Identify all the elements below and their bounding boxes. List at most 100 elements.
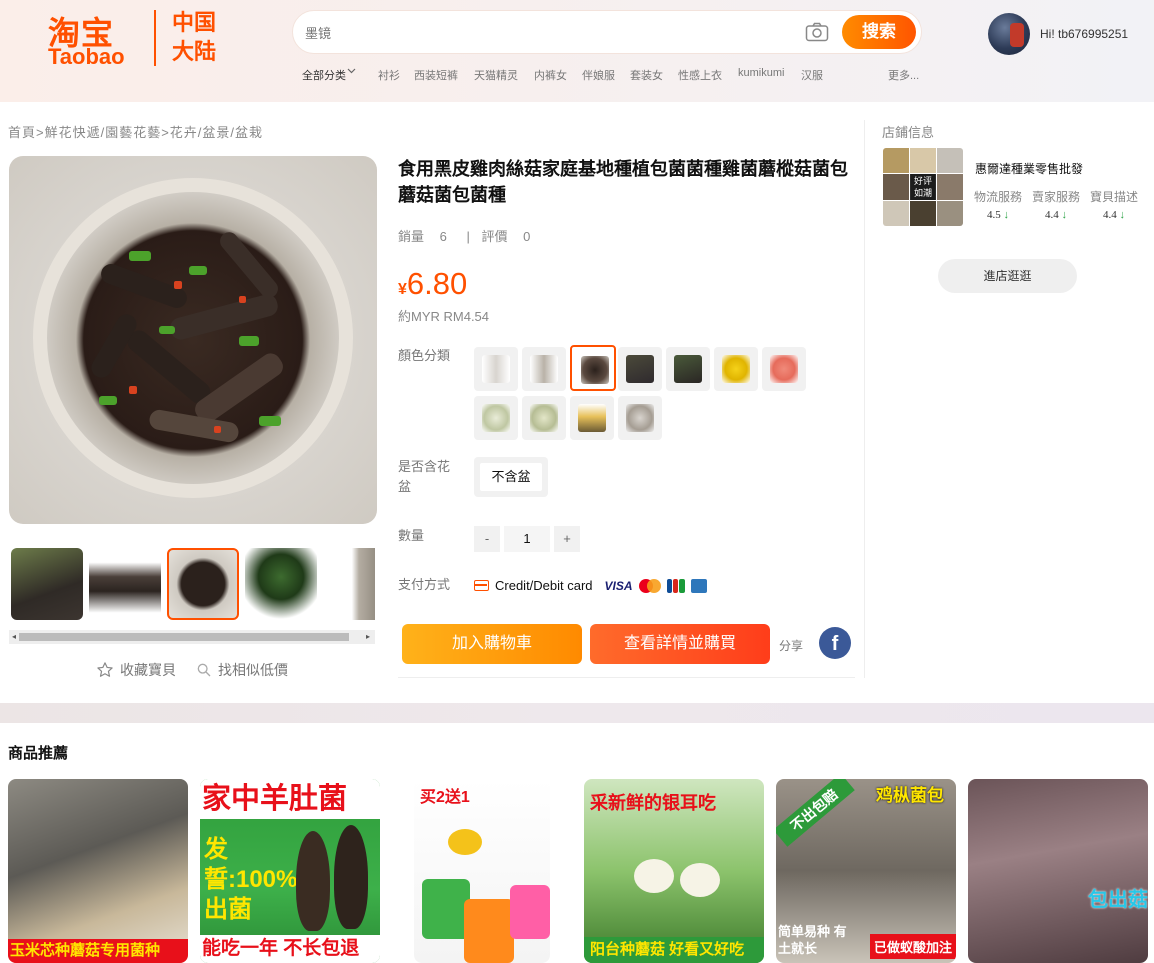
- store-name[interactable]: 惠爾達種業零售批發: [975, 160, 1083, 177]
- amex-icon: [690, 578, 707, 593]
- product-main-image: [9, 156, 377, 524]
- thumbnail[interactable]: [245, 548, 317, 620]
- category-link[interactable]: 汉服: [801, 67, 823, 83]
- reviews-value: 0: [523, 229, 531, 244]
- category-more-link[interactable]: 更多...: [888, 67, 919, 83]
- rating-seller-service: 賣家服務 4.4 ↓: [1031, 188, 1081, 221]
- chevron-down-icon[interactable]: [347, 66, 356, 78]
- price-currency: ¥: [398, 281, 407, 298]
- category-all[interactable]: 全部分类: [302, 67, 346, 83]
- scrollbar-thumb[interactable]: [19, 633, 349, 641]
- search-input[interactable]: [305, 21, 785, 45]
- recommend-item[interactable]: 采新鲜的银耳吃 阳台种蘑菇 好看又好吃: [584, 779, 764, 963]
- recommend-item[interactable]: 包出菇: [968, 779, 1148, 963]
- down-arrow-icon: ↓: [1061, 209, 1068, 221]
- color-swatch[interactable]: [474, 347, 518, 391]
- recommend-caption-mid: 包出菇: [1088, 889, 1148, 911]
- color-swatch[interactable]: [618, 396, 662, 440]
- jcb-icon: [666, 578, 685, 593]
- scroll-right-icon[interactable]: ▸: [363, 632, 373, 642]
- recommend-caption-mid: 发誓:100%出菌: [204, 836, 298, 923]
- thumbnail-scrollbar[interactable]: ◂ ▸: [9, 630, 375, 644]
- price-myr: 約MYR RM4.54: [398, 309, 490, 324]
- recommend-item[interactable]: 鸡枞菌包 不出包赔 简单易种 有土就长 已做蚁酸加注: [776, 779, 956, 963]
- recommend-item[interactable]: 玉米芯种蘑菇专用菌种: [8, 779, 188, 963]
- recommend-caption: 已做蚁酸加注: [869, 934, 956, 959]
- rating-score: 4.4: [1103, 209, 1117, 221]
- color-swatch-selected[interactable]: [570, 345, 616, 391]
- divider: [398, 677, 855, 678]
- store-badge: 好评如潮: [911, 174, 935, 200]
- product-title: 食用黑皮雞肉絲菇家庭基地種植包菌菌種雞菌蘑樅菇菌包蘑菇菌包菌種: [398, 159, 848, 205]
- thumbnail-strip: [9, 546, 375, 624]
- sales-separator: |: [466, 229, 470, 244]
- color-swatch[interactable]: [570, 396, 614, 440]
- color-swatch[interactable]: [522, 347, 566, 391]
- category-link[interactable]: kumikumi: [738, 67, 784, 79]
- color-swatch[interactable]: [666, 347, 710, 391]
- find-similar-link[interactable]: 找相似低價: [196, 660, 288, 680]
- add-to-cart-button[interactable]: 加入購物車: [402, 624, 582, 664]
- recommend-caption-left: 简单易种 有土就长: [778, 924, 847, 956]
- recommend-caption-top: 采新鲜的银耳吃: [590, 793, 716, 813]
- breadcrumb[interactable]: 首頁>鮮花快遞/園藝花藝>花卉/盆景/盆栽: [8, 122, 263, 141]
- divider: [864, 120, 865, 678]
- price: ¥6.80: [398, 266, 467, 302]
- thumbnail[interactable]: [89, 548, 161, 620]
- category-link[interactable]: 天猫精灵: [474, 67, 518, 83]
- recommend-item[interactable]: 家中羊肚菌 发誓:100%出菌 能吃一年 不长包退: [200, 779, 380, 963]
- color-swatch[interactable]: [474, 396, 518, 440]
- color-swatch[interactable]: [762, 347, 806, 391]
- section-divider-band: [0, 703, 1154, 723]
- buy-now-button[interactable]: 查看詳情並購買: [590, 624, 770, 664]
- store-avatar[interactable]: 好评如潮: [883, 148, 963, 226]
- payment-methods: Credit/Debit card VISA: [474, 578, 707, 593]
- rating-label: 物流服務: [973, 190, 1022, 204]
- down-arrow-icon: ↓: [1119, 209, 1126, 221]
- search-button[interactable]: 搜索: [842, 15, 916, 49]
- rating-label: 賣家服務: [1031, 190, 1080, 204]
- share-label: 分享: [779, 639, 804, 653]
- recommend-caption-top: 家中羊肚菌: [200, 779, 380, 819]
- store-info-title: 店鋪信息: [882, 125, 935, 140]
- rating-score: 4.5: [987, 209, 1001, 221]
- quantity-input[interactable]: 1: [504, 526, 550, 552]
- flowerpot-option[interactable]: 不含盆: [474, 457, 548, 497]
- category-link[interactable]: 性感上衣: [678, 67, 722, 83]
- color-swatch[interactable]: [714, 347, 758, 391]
- color-label: 顏色分類: [398, 348, 451, 363]
- quantity-decrement-button[interactable]: -: [474, 526, 500, 552]
- bowl-shape: [33, 178, 353, 498]
- taobao-logo[interactable]: 淘宝 Taobao 中国大陆: [46, 6, 226, 69]
- category-link[interactable]: 内裤女: [534, 67, 567, 83]
- favorite-label: 收藏寶貝: [120, 662, 176, 678]
- recommend-item[interactable]: 买2送1: [414, 779, 550, 963]
- category-link[interactable]: 衬衫: [378, 67, 400, 83]
- logo-region-text: 中国大陆: [172, 10, 217, 64]
- quantity-label: 數量: [398, 528, 425, 543]
- flowerpot-option-label: 不含盆: [480, 463, 542, 491]
- color-swatch[interactable]: [618, 347, 662, 391]
- category-link[interactable]: 套装女: [630, 67, 663, 83]
- down-arrow-icon: ↓: [1003, 209, 1010, 221]
- color-swatch[interactable]: [522, 396, 566, 440]
- visit-store-button[interactable]: 進店逛逛: [938, 259, 1077, 293]
- camera-icon[interactable]: [805, 22, 829, 42]
- category-link[interactable]: 西装短裤: [414, 67, 458, 83]
- facebook-icon[interactable]: f: [819, 627, 851, 659]
- user-greeting[interactable]: Hi! tb676995251: [1040, 27, 1128, 41]
- favorite-link[interactable]: 收藏寶貝: [96, 660, 176, 680]
- sales-label: 銷量: [398, 229, 425, 244]
- thumbnail[interactable]: [167, 548, 239, 620]
- category-link[interactable]: 伴娘服: [582, 67, 615, 83]
- avatar[interactable]: [988, 13, 1030, 55]
- thumbnail[interactable]: [11, 548, 83, 620]
- rating-score: 4.4: [1045, 209, 1059, 221]
- quantity-increment-button[interactable]: +: [554, 526, 580, 552]
- recommend-caption: 阳台种蘑菇 好看又好吃: [584, 937, 764, 963]
- card-icon: [474, 580, 489, 591]
- thumbnail[interactable]: [323, 548, 375, 620]
- visa-logo: VISA: [604, 578, 633, 593]
- rating-label: 寶貝描述: [1089, 190, 1138, 204]
- scroll-left-icon[interactable]: ◂: [9, 632, 19, 642]
